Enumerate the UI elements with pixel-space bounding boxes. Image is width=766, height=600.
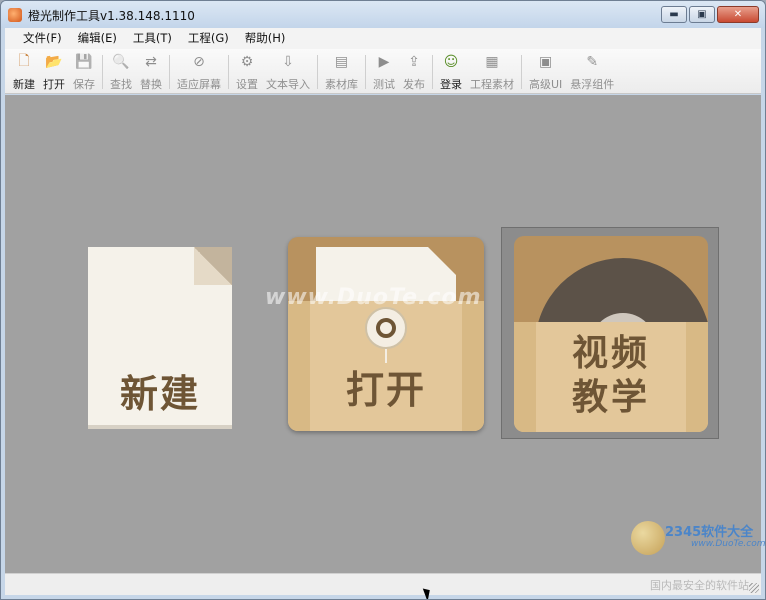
toolbar-label: 登录 bbox=[440, 78, 462, 91]
window-controls: ▬ ▣ ✕ bbox=[661, 6, 759, 23]
toolbar-floating-widget-button[interactable]: ✎ 悬浮组件 bbox=[566, 49, 618, 93]
fit-screen-icon: ⊘ bbox=[193, 54, 205, 70]
login-icon: ☺ bbox=[443, 54, 459, 70]
toolbar-label: 发布 bbox=[403, 78, 425, 91]
menu-tools[interactable]: 工具(T) bbox=[125, 28, 180, 49]
toolbar-asset-library-button[interactable]: ▤ 素材库 bbox=[321, 49, 362, 93]
text-import-icon: ⇩ bbox=[282, 54, 294, 70]
folder-clasp-icon bbox=[365, 307, 407, 349]
toolbar-advanced-ui-button[interactable]: ▣ 高级UI bbox=[525, 49, 566, 93]
toolbar-separator bbox=[521, 55, 522, 89]
toolbar-label: 素材库 bbox=[325, 78, 358, 91]
find-icon: 🔍 bbox=[112, 54, 130, 70]
test-icon: ▶ bbox=[378, 54, 390, 70]
toolbar-login-button[interactable]: ☺ 登录 bbox=[436, 49, 466, 93]
replace-icon: ⇄ bbox=[145, 54, 157, 70]
title-bar[interactable]: 橙光制作工具v1.38.148.1110 ▬ ▣ ✕ bbox=[1, 1, 765, 28]
toolbar-label: 文本导入 bbox=[266, 78, 310, 91]
maximize-button[interactable]: ▣ bbox=[689, 6, 715, 23]
toolbar-label: 测试 bbox=[373, 78, 395, 91]
toolbar-find-button[interactable]: 🔍 查找 bbox=[106, 49, 136, 93]
toolbar-test-button[interactable]: ▶ 测试 bbox=[369, 49, 399, 93]
toolbar-label: 高级UI bbox=[529, 78, 563, 91]
advanced-ui-icon: ▣ bbox=[539, 54, 553, 70]
resize-grip-icon[interactable] bbox=[749, 583, 759, 593]
toolbar-separator bbox=[317, 55, 318, 89]
menu-edit[interactable]: 编辑(E) bbox=[70, 28, 125, 49]
toolbar-label: 保存 bbox=[73, 78, 95, 91]
toolbar-separator bbox=[228, 55, 229, 89]
open-folder-icon: 📂 bbox=[45, 54, 63, 70]
toolbar-fit-screen-button[interactable]: ⊘ 适应屏幕 bbox=[173, 49, 225, 93]
toolbar-text-import-button[interactable]: ⇩ 文本导入 bbox=[262, 49, 314, 93]
video-tutorial-card[interactable]: 视频 教学 bbox=[501, 227, 719, 439]
toolbar-replace-button[interactable]: ⇄ 替换 bbox=[136, 49, 166, 93]
open-project-card[interactable]: 打开 bbox=[288, 237, 484, 431]
toolbar-separator bbox=[365, 55, 366, 89]
toolbar-settings-button[interactable]: ⚙ 设置 bbox=[232, 49, 262, 93]
start-page: 新建 打开 视频 教学 www.DuoTe.com 2345软件大全 www.D… bbox=[5, 95, 766, 573]
toolbar-open-button[interactable]: 📂 打开 bbox=[39, 49, 69, 93]
open-card-label: 打开 bbox=[345, 368, 426, 412]
toolbar-separator bbox=[432, 55, 433, 89]
window-title: 橙光制作工具v1.38.148.1110 bbox=[28, 9, 195, 23]
menu-bar: 文件(F) 编辑(E) 工具(T) 工程(G) 帮助(H) bbox=[5, 28, 761, 49]
menu-project[interactable]: 工程(G) bbox=[180, 28, 237, 49]
video-card-label: 视频 教学 bbox=[514, 332, 708, 420]
toolbar-label: 打开 bbox=[43, 78, 65, 91]
new-file-icon: 🗋 bbox=[18, 53, 30, 69]
new-project-card[interactable]: 新建 bbox=[88, 247, 232, 429]
toolbar-separator bbox=[169, 55, 170, 89]
asset-library-icon: ▤ bbox=[334, 54, 349, 70]
site-watermark: www.DuoTe.com bbox=[265, 285, 482, 310]
status-bar: 国内最安全的软件站 bbox=[5, 573, 761, 595]
menu-file[interactable]: 文件(F) bbox=[15, 28, 70, 49]
close-button[interactable]: ✕ bbox=[717, 6, 759, 23]
toolbar-project-assets-button[interactable]: ▦ 工程素材 bbox=[466, 49, 518, 93]
app-logo-icon bbox=[8, 8, 22, 22]
app-window: 橙光制作工具v1.38.148.1110 ▬ ▣ ✕ 文件(F) 编辑(E) 工… bbox=[0, 0, 766, 600]
toolbar-label: 适应屏幕 bbox=[177, 78, 221, 91]
logo-url: www.DuoTe.com bbox=[691, 539, 766, 549]
floating-widget-icon: ✎ bbox=[586, 54, 599, 70]
minimize-button[interactable]: ▬ bbox=[661, 6, 687, 23]
toolbar-label: 设置 bbox=[236, 78, 258, 91]
save-icon: 💾 bbox=[75, 54, 93, 70]
toolbar-label: 替换 bbox=[140, 78, 162, 91]
toolbar-publish-button[interactable]: ⇪ 发布 bbox=[399, 49, 429, 93]
toolbar-label: 悬浮组件 bbox=[570, 78, 615, 91]
mascot-icon bbox=[631, 521, 665, 555]
gear-icon: ⚙ bbox=[240, 54, 254, 70]
toolbar-separator bbox=[102, 55, 103, 89]
video-card-label-line2: 教学 bbox=[571, 377, 650, 418]
new-card-label: 新建 bbox=[119, 372, 200, 416]
toolbar-save-button[interactable]: 💾 保存 bbox=[69, 49, 99, 93]
publish-icon: ⇪ bbox=[408, 54, 420, 70]
toolbar-label: 工程素材 bbox=[470, 78, 514, 91]
project-assets-icon: ▦ bbox=[485, 54, 499, 70]
site-logo-watermark: 2345软件大全 www.DuoTe.com bbox=[631, 515, 766, 563]
toolbar-label: 查找 bbox=[110, 78, 132, 91]
video-card-label-line1: 视频 bbox=[571, 333, 650, 374]
toolbar-label: 新建 bbox=[13, 78, 35, 91]
toolbar: 🗋 新建 📂 打开 💾 保存 🔍 查找 ⇄ 替换 ⊘ 适应屏幕 ⚙ 设置 ⇩ 文… bbox=[5, 49, 761, 94]
clasp-ring bbox=[376, 318, 396, 338]
menu-help[interactable]: 帮助(H) bbox=[237, 28, 294, 49]
toolbar-new-button[interactable]: 🗋 新建 bbox=[9, 49, 39, 93]
logo-title: 2345软件大全 bbox=[665, 525, 754, 540]
card-shadow bbox=[88, 425, 232, 429]
page-fold bbox=[194, 247, 232, 285]
status-watermark: 国内最安全的软件站 bbox=[650, 579, 749, 592]
